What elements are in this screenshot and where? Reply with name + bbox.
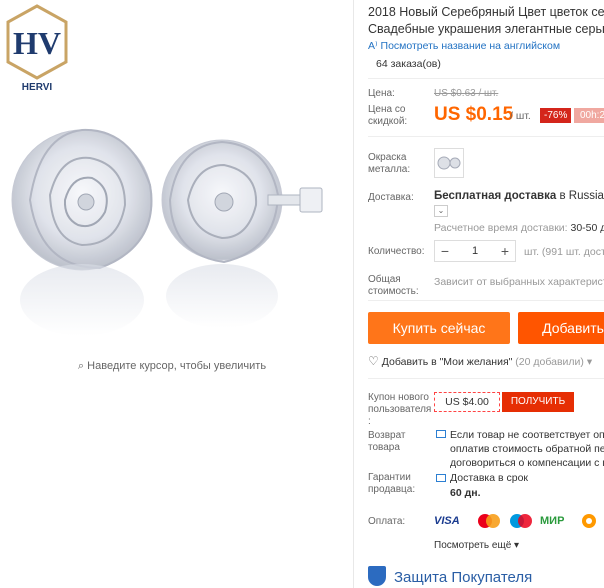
product-photo[interactable]: HV HERVI — [0, 0, 356, 355]
coupon-value: US $4.00 — [434, 392, 500, 412]
discount-badge: -76% — [540, 108, 572, 123]
product-title: 2018 Новый Серебряный Цвет цветок сер Св… — [368, 5, 604, 36]
divider — [368, 136, 604, 137]
translate-icon: A⁾ — [368, 40, 378, 52]
payment-label: Оплата: — [368, 516, 406, 527]
quantity-stepper: − 1 + — [434, 240, 516, 262]
total-label: Общая стоимость: — [368, 274, 419, 297]
visa-icon: VISA — [434, 515, 460, 527]
right-earring — [161, 139, 323, 264]
brand-logo-text: HERVI — [22, 82, 53, 92]
available-count: шт. (991 шт. досту — [524, 246, 604, 258]
color-label: Окраска металла: — [368, 152, 411, 175]
chevron-down-icon: ▾ — [514, 540, 520, 551]
translate-link[interactable]: A⁾ Посмотреть название на английском — [368, 40, 560, 52]
mastercard-icon — [476, 512, 500, 530]
image-gallery: HV HERVI ⌕ Наведите курсор, чтобы увелич… — [0, 0, 356, 588]
guarantee-days: 60 дн. — [450, 487, 481, 499]
increase-button[interactable]: + — [495, 241, 515, 261]
price-unit: / шт. — [510, 110, 531, 122]
buyer-protection: Защита Покупателя — [368, 566, 532, 586]
shipping-label: Доставка: — [368, 192, 414, 203]
delivery-guarantee-icon — [436, 474, 446, 482]
divider — [368, 300, 604, 301]
panel-divider — [353, 0, 354, 588]
wishlist-link[interactable]: ♡ Добавить в "Мои желания" (20 добавили) … — [368, 354, 592, 368]
divider — [368, 78, 604, 79]
return-icon — [436, 430, 446, 438]
price-label: Цена: — [368, 88, 395, 99]
delivery-estimate: Расчетное время доставки: 30-50 дн — [434, 222, 604, 234]
magnifier-icon: ⌕ — [77, 360, 85, 372]
discount-price-label: Цена со скидкой: — [368, 104, 408, 127]
buy-now-button[interactable]: Купить сейчас — [368, 312, 510, 344]
returns-label: Возврат товара — [368, 430, 406, 453]
product-info: 2018 Новый Серебряный Цвет цветок сер Св… — [368, 0, 604, 588]
divider — [368, 378, 604, 379]
heart-icon: ♡ — [368, 354, 379, 368]
chevron-down-icon: ▾ — [586, 356, 593, 368]
shield-icon — [368, 566, 386, 586]
quantity-input[interactable]: 1 — [455, 241, 495, 261]
countdown-timer: 00h:2 — [574, 108, 604, 123]
color-swatch[interactable] — [434, 148, 464, 178]
maestro-icon — [508, 512, 532, 530]
decrease-button[interactable]: − — [435, 241, 455, 261]
guarantee-label: Гарантии продавца: — [368, 472, 416, 495]
total-value: Зависит от выбранных характеристи — [434, 276, 604, 288]
shipping-method[interactable]: Бесплатная доставка в Russian Fed — [434, 190, 604, 202]
returns-info: Если товар не соответствует опис оплатив… — [450, 429, 604, 469]
chevron-down-icon[interactable]: ⌄ — [434, 205, 448, 217]
quantity-label: Количество: — [368, 246, 425, 257]
get-coupon-button[interactable]: ПОЛУЧИТЬ — [502, 392, 574, 412]
qiwi-icon — [580, 512, 600, 530]
add-to-cart-button[interactable]: Добавить — [518, 312, 604, 344]
sale-price: US $0.15 — [434, 104, 514, 125]
orders-count: 64 заказа(ов) — [376, 58, 441, 70]
brand-logo: HV HERVI — [4, 4, 70, 93]
more-payment-link[interactable]: Посмотреть ещё ▾ — [434, 540, 519, 551]
left-earring — [11, 128, 153, 271]
mir-icon: МИР — [540, 515, 565, 527]
earring-thumbnail-icon — [437, 156, 461, 170]
guarantee-text: Доставка в срок — [450, 472, 529, 484]
zoom-hint: ⌕ Наведите курсор, чтобы увеличить — [77, 360, 267, 372]
old-price: US $0.63 / шт. — [434, 88, 499, 99]
svg-text:HV: HV — [13, 25, 61, 61]
coupon-label: Купон нового пользователя : — [368, 392, 432, 427]
